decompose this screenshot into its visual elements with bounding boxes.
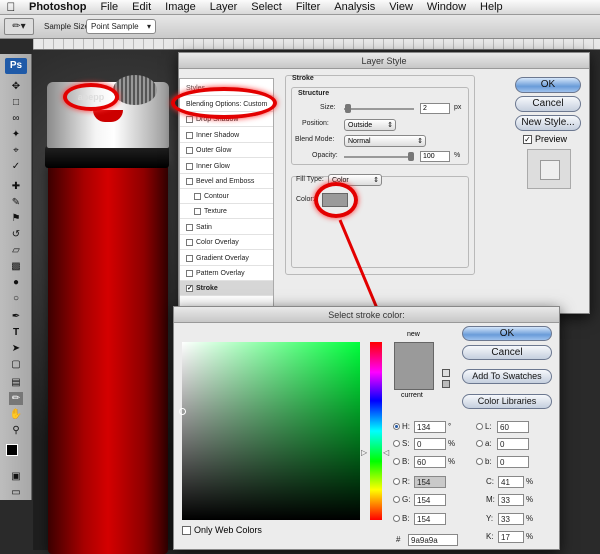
hex-row: #9a9a9a [396,533,460,546]
hue-slider-left-arrow[interactable]: ▷ [361,448,367,457]
r-radio[interactable] [393,478,400,485]
color-libraries-button[interactable]: Color Libraries [462,394,552,409]
current-color-label: current [401,392,423,399]
s-radio[interactable] [393,440,400,447]
h-unit: ° [448,422,452,431]
s-key: S: [402,439,410,448]
a-field[interactable]: 0 [497,437,529,450]
blue-radio[interactable] [393,515,400,522]
s-field[interactable]: 0 [414,437,446,450]
hex-key: # [396,535,401,544]
gamut-warning-icon[interactable] [442,369,450,377]
y-field[interactable]: 33 [498,512,524,525]
color-picker-dialog: Select stroke color: ▷ ◁ new current OK … [173,306,560,550]
cmyk-y-row: Y: 33% [486,512,536,525]
m-key: M: [486,495,495,504]
r-key: R: [402,477,410,486]
h-field[interactable]: 134 [414,420,446,433]
web-safe-icon[interactable] [442,380,450,388]
only-web-colors-label: Only Web Colors [194,525,262,535]
color-picker-title: Select stroke color: [174,307,559,323]
blue-key: B: [402,514,410,523]
l-key: L: [485,422,492,431]
color-field-marker[interactable] [179,408,186,415]
hex-field[interactable]: 9a9a9a [408,533,458,546]
m-unit: % [526,495,534,504]
cmyk-m-row: M: 33% [486,493,536,506]
picker-ok-button[interactable]: OK [462,326,552,341]
r-field[interactable]: 154 [414,475,446,488]
c-unit: % [526,477,534,486]
c-key: C: [486,477,494,486]
new-color-swatch [394,342,434,366]
g-key: G: [402,495,411,504]
saturation-brightness-field[interactable] [182,342,360,520]
k-field[interactable]: 17 [498,530,524,543]
lab-b-radio[interactable] [476,458,483,465]
m-field[interactable]: 33 [498,493,524,506]
b-key: B: [402,457,410,466]
b-unit: % [448,457,456,466]
lab-b-key: b: [485,457,492,466]
y-key: Y: [486,514,494,523]
picker-cancel-button[interactable]: Cancel [462,345,552,360]
cmyk-k-row: K: 17% [486,530,536,543]
h-radio[interactable] [393,423,400,430]
a-radio[interactable] [476,440,483,447]
hsb-h-row: H: 134 ° [393,420,458,433]
cmyk-c-row: C: 41% [486,475,536,488]
y-unit: % [526,514,534,523]
hue-slider[interactable] [370,342,382,520]
g-field[interactable]: 154 [414,493,446,506]
add-to-swatches-button[interactable]: Add To Swatches [462,369,552,384]
l-radio[interactable] [476,423,483,430]
lab-b-field[interactable]: 0 [497,455,529,468]
rgb-r-row: R: 154 [393,475,448,488]
hsb-b-row: B: 60% [393,455,458,468]
s-unit: % [448,439,456,448]
b-field[interactable]: 60 [414,455,446,468]
k-key: K: [486,532,494,541]
k-unit: % [526,532,534,541]
a-key: a: [485,439,492,448]
h-key: H: [402,422,410,431]
hsb-s-row: S: 0% [393,437,458,450]
lab-l-row: L: 60 [476,420,531,433]
current-color-swatch[interactable] [394,366,434,390]
new-color-label: new [407,331,420,338]
rgb-g-row: G: 154 [393,493,448,506]
rgb-b-row: B: 154 [393,512,448,525]
blue-field[interactable]: 154 [414,512,446,525]
lab-b-row: b: 0 [476,455,531,468]
b-radio[interactable] [393,458,400,465]
l-field[interactable]: 60 [497,420,529,433]
hue-slider-right-arrow[interactable]: ◁ [383,448,389,457]
only-web-colors-checkbox[interactable] [182,526,191,535]
c-field[interactable]: 41 [498,475,524,488]
g-radio[interactable] [393,496,400,503]
lab-a-row: a: 0 [476,437,531,450]
